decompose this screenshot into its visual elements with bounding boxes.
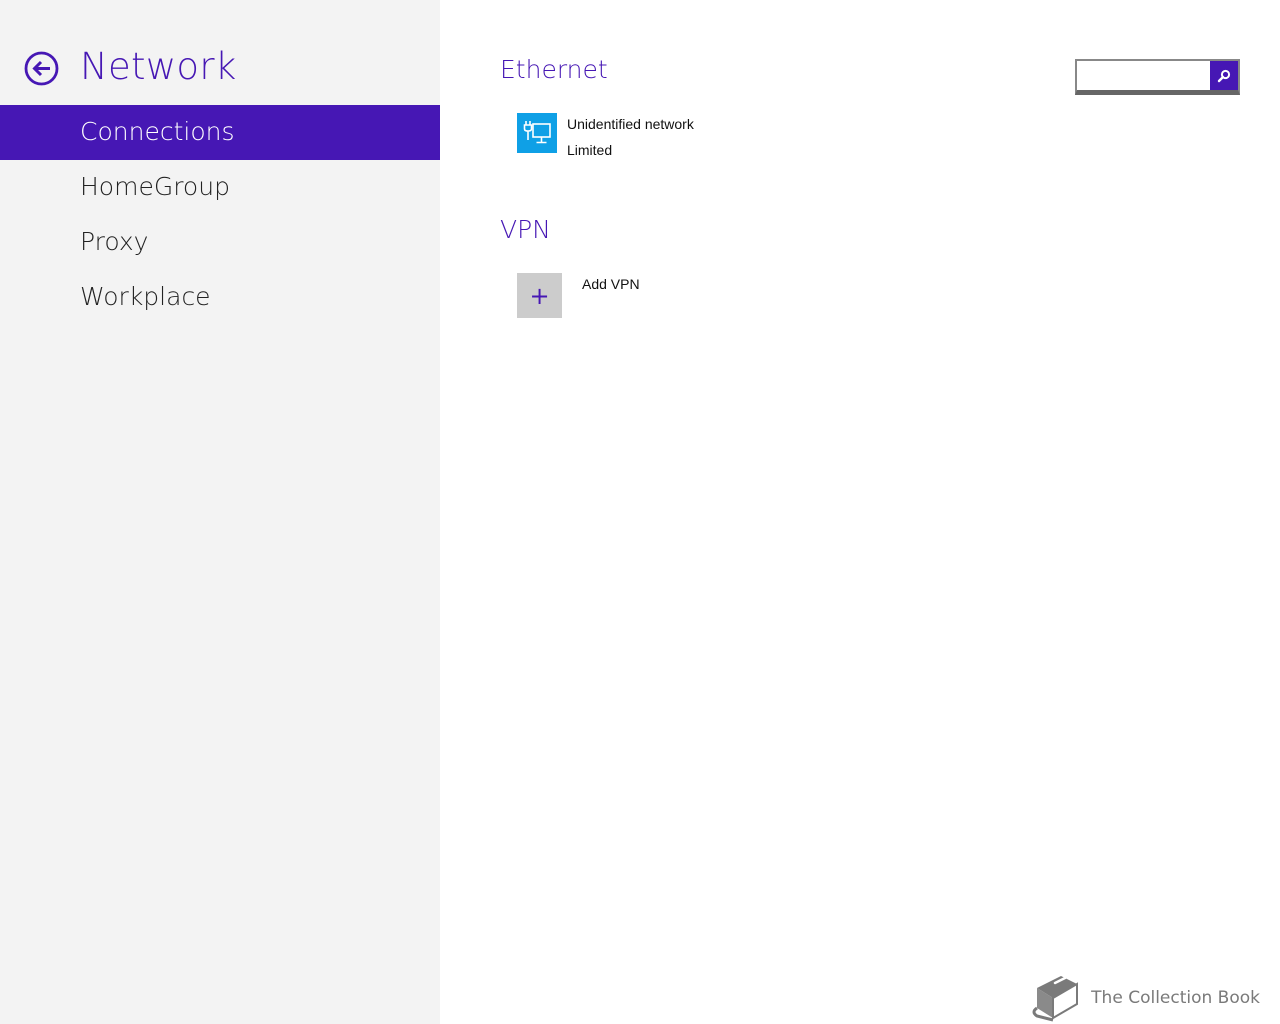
add-vpn-label: Add VPN xyxy=(582,276,640,292)
search-button[interactable] xyxy=(1210,61,1238,90)
sidebar-item-homegroup[interactable]: HomeGroup xyxy=(0,160,440,215)
sidebar-nav: Connections HomeGroup Proxy Workplace xyxy=(0,105,440,325)
sidebar-item-workplace[interactable]: Workplace xyxy=(0,270,440,325)
watermark-text: The Collection Book xyxy=(1091,988,1260,1008)
page-title: Network xyxy=(80,45,237,88)
search-box[interactable] xyxy=(1075,59,1240,95)
add-vpn-button[interactable]: + Add VPN xyxy=(517,273,640,318)
back-button[interactable] xyxy=(24,51,59,86)
sidebar: Network Connections HomeGroup Proxy Work… xyxy=(0,0,440,1024)
network-name: Unidentified network xyxy=(567,116,694,132)
watermark: The Collection Book xyxy=(1027,974,1260,1022)
sidebar-item-proxy[interactable]: Proxy xyxy=(0,215,440,270)
ethernet-item-text: Unidentified network Limited xyxy=(567,111,694,163)
vpn-section-title: VPN xyxy=(500,215,551,244)
network-status: Limited xyxy=(567,142,613,158)
ethernet-connection-item[interactable]: Unidentified network Limited xyxy=(517,113,694,163)
network-settings-window: Network Connections HomeGroup Proxy Work… xyxy=(0,0,1280,1024)
search-icon xyxy=(1217,69,1231,82)
book-icon xyxy=(1032,976,1079,1022)
ethernet-monitor-icon xyxy=(517,113,557,153)
plus-icon: + xyxy=(517,273,562,318)
search-input[interactable] xyxy=(1077,61,1210,90)
back-arrow-circle-icon xyxy=(24,51,59,86)
ethernet-section-title: Ethernet xyxy=(500,55,608,84)
main-content: Ethernet Unidentified network Limited VP… xyxy=(440,0,1280,1024)
sidebar-item-connections[interactable]: Connections xyxy=(0,105,440,160)
